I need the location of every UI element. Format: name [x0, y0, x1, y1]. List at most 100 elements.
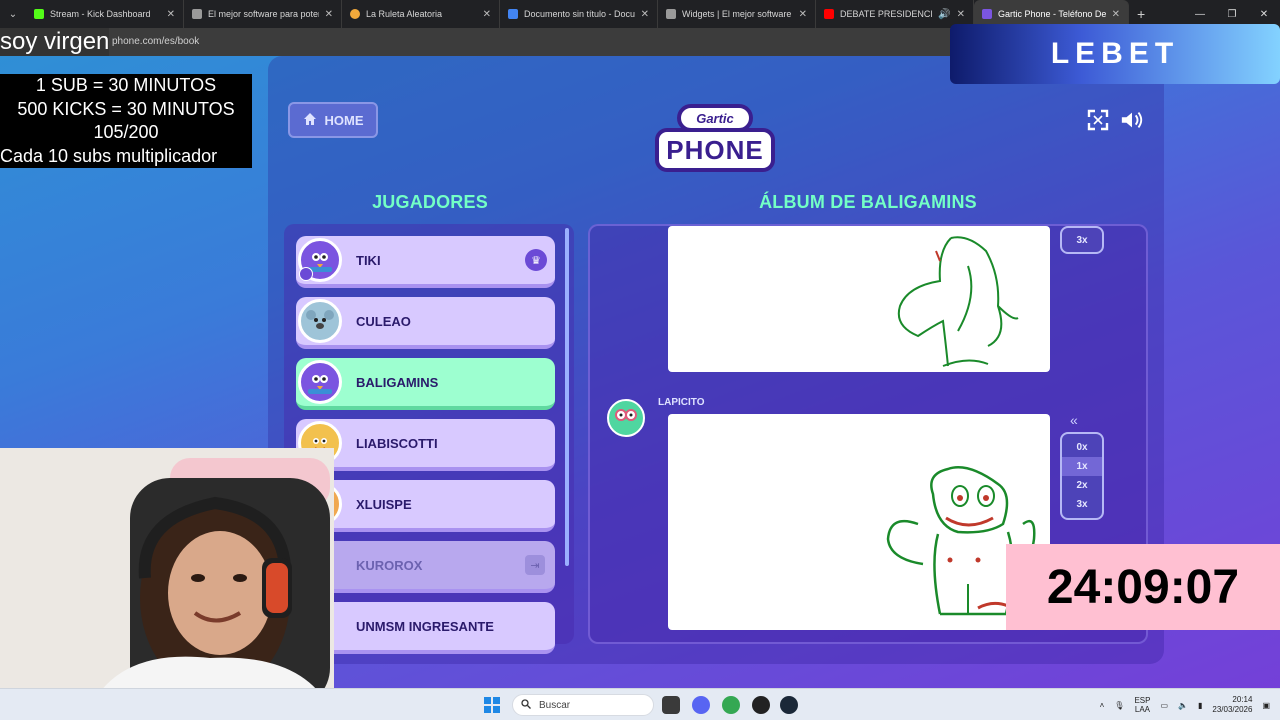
stream-timer: 24:09:07	[1006, 544, 1280, 630]
tab-software[interactable]: El mejor software para potencia ✕	[184, 0, 342, 28]
close-icon[interactable]: ✕	[325, 9, 333, 20]
speed-option-2x[interactable]: 2x	[1062, 476, 1102, 495]
player-row-liabiscotti[interactable]: LIABISCOTTI	[296, 419, 555, 471]
notification-icon[interactable]: ▣	[1262, 701, 1270, 710]
speed-option[interactable]: 3x	[1062, 232, 1102, 248]
battery-icon[interactable]: ▮	[1198, 701, 1202, 710]
lang-top: ESP	[1134, 696, 1151, 705]
player-row-tiki[interactable]: TIKI ♛	[296, 236, 555, 288]
sponsor-banner: LEBET	[950, 24, 1280, 84]
taskview-icon[interactable]	[662, 696, 680, 714]
author-avatar	[607, 399, 645, 437]
webcam-feed	[0, 448, 334, 708]
home-icon	[303, 112, 317, 129]
player-row-kurorox[interactable]: KUROROX ⇥	[296, 541, 555, 593]
close-icon[interactable]: ✕	[641, 9, 649, 20]
lang-bottom: LAA	[1134, 705, 1150, 714]
close-icon[interactable]: ✕	[799, 9, 807, 20]
player-name: UNMSM INGRESANTE	[356, 618, 494, 634]
ruleta-favicon-icon	[350, 9, 360, 19]
system-tray: ˄ 🎙 ESP LAA ▭ 🔈 ▮ 20:14 23/03/2026 ▣	[1100, 689, 1280, 720]
close-icon[interactable]: ✕	[957, 9, 965, 20]
rewind-icon[interactable]: «	[1070, 412, 1078, 428]
drawing-image	[897, 236, 1019, 367]
audio-icon[interactable]: 🔊	[938, 9, 950, 20]
speed-option-3x[interactable]: 3x	[1062, 495, 1102, 514]
volume-tray-icon[interactable]: 🔈	[1178, 701, 1188, 710]
album-title: ÁLBUM DE BALIGAMINS	[759, 192, 977, 212]
site-favicon-icon	[666, 9, 676, 19]
home-label: HOME	[324, 112, 364, 128]
rule-line: 1 SUB = 30 MINUTOS	[35, 75, 217, 95]
drawing-author: LAPICITO	[658, 397, 705, 408]
speed-control[interactable]: 0x 1x 2x 3x	[1060, 432, 1104, 520]
rule-line: 500 KICKS = 30 MINUTOS	[17, 98, 235, 119]
rule-line: Cada 10 subs multiplicador	[0, 145, 218, 166]
avatar	[298, 238, 342, 282]
player-name: CULEAO	[356, 313, 411, 329]
player-name: KUROROX	[356, 557, 423, 573]
clock-time: 20:14	[1232, 695, 1253, 704]
tab-widgets[interactable]: Widgets | El mejor software pa ✕	[658, 0, 816, 28]
search-icon	[521, 698, 531, 712]
site-favicon-icon	[192, 9, 202, 19]
discord-icon[interactable]	[692, 696, 710, 714]
player-row-xluispe[interactable]: XLUISPE	[296, 480, 555, 532]
windows-start-icon[interactable]	[484, 697, 500, 713]
user-icon	[299, 267, 313, 281]
fullscreen-icon[interactable]	[1086, 108, 1110, 132]
speed-control-previous[interactable]: 3x	[1060, 226, 1104, 254]
youtube-favicon-icon	[824, 9, 834, 19]
tab-ruleta[interactable]: La Ruleta Aleatoria ✕	[342, 0, 500, 28]
player-row-baligamins[interactable]: BALIGAMINS	[296, 358, 555, 410]
overlay-title: soy virgen	[0, 28, 110, 56]
sponsor-name: LEBET	[1050, 37, 1180, 70]
speed-option-0x[interactable]: 0x	[1062, 438, 1102, 457]
player-name: XLUISPE	[356, 496, 412, 512]
volume-icon[interactable]	[1120, 108, 1144, 132]
steam-icon[interactable]	[780, 696, 798, 714]
webcam-image	[0, 448, 334, 708]
close-icon[interactable]: ✕	[483, 9, 491, 20]
taskbar-search[interactable]: Buscar	[512, 694, 654, 716]
chrome-icon[interactable]	[722, 696, 740, 714]
drawing-image	[886, 466, 1036, 616]
crown-icon: ♛	[525, 249, 547, 271]
tab-kick-dashboard[interactable]: Stream - Kick Dashboard ✕	[26, 0, 184, 28]
speed-option-1x[interactable]: 1x	[1062, 457, 1102, 476]
players-scrollbar[interactable]	[565, 228, 569, 566]
player-row-culeao[interactable]: CULEAO	[296, 297, 555, 349]
drawing-canvas-previous	[668, 226, 1050, 372]
gartic-favicon-icon	[982, 9, 992, 19]
close-icon[interactable]: ✕	[167, 9, 175, 20]
close-icon[interactable]: ✕	[1112, 9, 1120, 20]
kick-favicon-icon	[34, 9, 44, 19]
docs-favicon-icon	[508, 9, 518, 19]
drawing-canvas	[668, 414, 1050, 630]
chevron-up-icon[interactable]: ˄	[1100, 701, 1105, 710]
clock-date: 23/03/2026	[1212, 705, 1253, 714]
network-icon[interactable]: ▭	[1160, 701, 1168, 710]
player-name: TIKI	[356, 252, 381, 268]
players-title: JUGADORES	[372, 192, 488, 212]
obs-icon[interactable]	[752, 696, 770, 714]
avatar	[298, 299, 342, 343]
windows-taskbar: Buscar ˄ 🎙 ESP LAA ▭ 🔈 ▮ 20:14 23/03/202…	[0, 688, 1280, 720]
new-tab-icon[interactable]: +	[1137, 6, 1145, 22]
home-button[interactable]: HOME	[288, 102, 378, 138]
exit-icon: ⇥	[525, 555, 545, 575]
tab-search-icon[interactable]: ⌄	[0, 0, 26, 28]
player-row-unmsm-ingresante[interactable]: UNMSM INGRESANTE	[296, 602, 555, 654]
player-name: LIABISCOTTI	[356, 435, 438, 451]
player-name: BALIGAMINS	[356, 374, 439, 390]
logo-bottom-text: PHONE	[655, 128, 775, 172]
tab-documento[interactable]: Documento sin título - Docume ✕	[500, 0, 658, 28]
overlay-rules: 1 SUB = 30 MINUTOS 500 KICKS = 30 MINUTO…	[0, 74, 252, 168]
gartic-phone-logo: Gartic PHONE	[655, 102, 775, 174]
language-indicator[interactable]: ESP LAA	[1134, 696, 1150, 714]
microphone-icon[interactable]: 🎙	[1114, 701, 1124, 710]
clock[interactable]: 20:14 23/03/2026	[1212, 695, 1252, 715]
tab-debate[interactable]: DEBATE PRESIDENCIAL 🔊 ✕	[816, 0, 974, 28]
search-placeholder: Buscar	[539, 699, 571, 711]
url-field[interactable]: phone.com/es/book	[112, 36, 199, 47]
